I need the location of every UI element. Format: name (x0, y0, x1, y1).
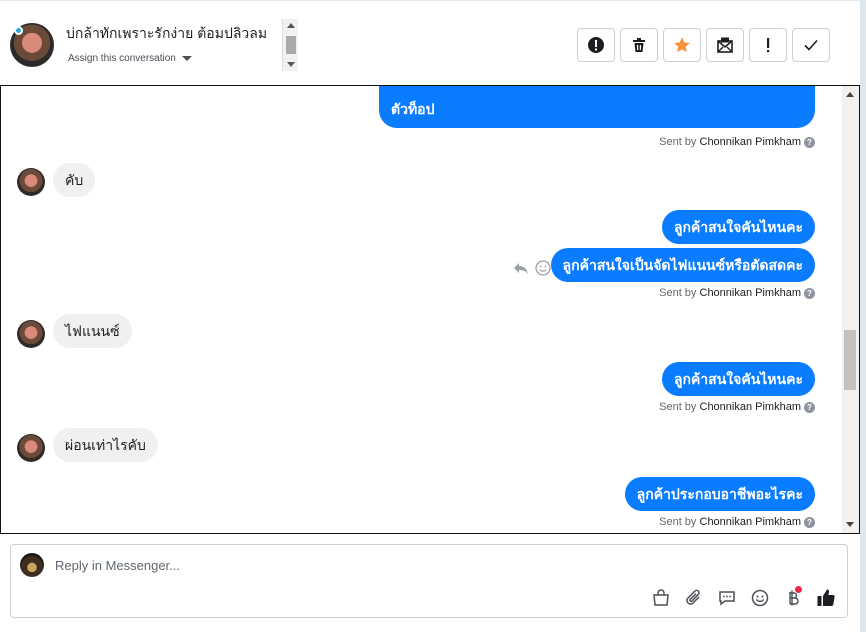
conversation-header: บ่กล้าทักเพราะรักง่าย ต้อมปลิวลม Assign … (0, 0, 860, 84)
star-button[interactable] (663, 28, 701, 62)
chat-bubble-icon (719, 591, 735, 606)
reply-input[interactable]: Reply in Messenger... (55, 558, 180, 573)
contact-avatar-small[interactable] (17, 434, 45, 462)
contact-avatar-small[interactable] (17, 320, 45, 348)
page-avatar (20, 553, 44, 577)
header-actions (577, 28, 830, 62)
exclamation-icon (767, 38, 770, 53)
sent-by-label: Sent by Chonnikan Pimkham? (659, 516, 815, 528)
sent-by-prefix: Sent by (659, 136, 697, 148)
envelope-icon (717, 37, 733, 53)
follow-up-button[interactable] (749, 28, 787, 62)
caret-down-icon (181, 55, 192, 61)
agent-name: Chonnikan Pimkham (699, 401, 802, 413)
scroll-thumb[interactable] (844, 330, 856, 390)
agent-name: Chonnikan Pimkham (699, 287, 802, 299)
message-bubble-outgoing[interactable]: ลูกค้าประกอบอาชีพอะไรคะ (624, 477, 815, 511)
mark-unread-button[interactable] (706, 28, 744, 62)
scroll-down-icon[interactable] (287, 62, 295, 67)
scroll-up-icon[interactable] (287, 23, 295, 28)
shop-button[interactable] (650, 587, 672, 609)
contact-name[interactable]: บ่กล้าทักเพราะรักง่าย ต้อมปลิวลม (66, 23, 267, 45)
agent-name: Chonnikan Pimkham (699, 516, 802, 528)
scroll-thumb[interactable] (286, 36, 296, 54)
message-bubble-outgoing[interactable]: ลูกค้าสนใจคันไหนคะ (661, 210, 815, 244)
trash-icon (633, 38, 645, 52)
help-icon[interactable]: ? (804, 517, 815, 528)
message-hover-tools (513, 260, 551, 276)
sent-by-label: Sent by Chonnikan Pimkham? (659, 287, 815, 299)
message-bubble-incoming[interactable]: ผ่อนเท่าไรคับ (53, 428, 158, 462)
payment-button[interactable] (782, 586, 804, 609)
help-icon[interactable]: ? (804, 137, 815, 148)
sent-by-prefix: Sent by (659, 287, 697, 299)
scroll-down-icon[interactable] (846, 522, 854, 527)
sent-by-label: Sent by Chonnikan Pimkham? (659, 401, 815, 413)
paperclip-icon (686, 589, 700, 605)
reply-box[interactable]: Reply in Messenger... (10, 544, 848, 618)
message-bubble-outgoing[interactable]: ลูกค้าสนใจเป็นจัดไฟแนนซ์หรือตัดสดคะ (550, 248, 815, 282)
name-scrollbar[interactable] (282, 19, 298, 71)
shopping-bag-icon (653, 589, 669, 606)
message-bubble-outgoing[interactable]: ตัวท็อป (379, 86, 815, 128)
delete-button[interactable] (620, 28, 658, 62)
emoji-react-icon[interactable] (535, 260, 551, 276)
notification-dot (795, 586, 802, 593)
contact-info: บ่กล้าทักเพราะรักง่าย ต้อมปลิวลม Assign … (60, 19, 300, 71)
sent-by-prefix: Sent by (659, 401, 697, 413)
exclamation-circle-icon (588, 37, 604, 53)
messenger-badge-icon (14, 26, 23, 35)
reply-icon[interactable] (513, 260, 529, 276)
message-bubble-incoming[interactable]: คับ (53, 163, 96, 197)
thread-scrollbar[interactable] (842, 86, 859, 533)
conversation-panel: บ่กล้าทักเพราะรักง่าย ต้อมปลิวลม Assign … (0, 0, 860, 632)
message-bubble-incoming[interactable]: ไฟแนนซ์ (53, 314, 132, 348)
check-icon (804, 39, 818, 51)
spam-button[interactable] (577, 28, 615, 62)
help-icon[interactable]: ? (804, 402, 815, 413)
thumbs-up-icon (817, 589, 835, 607)
smiley-icon (751, 589, 769, 607)
message-bubble-outgoing[interactable]: ลูกค้าสนใจคันไหนคะ (661, 362, 815, 396)
emoji-button[interactable] (749, 587, 771, 609)
help-icon[interactable]: ? (804, 288, 815, 299)
saved-replies-button[interactable] (716, 587, 738, 609)
star-icon (674, 37, 690, 53)
contact-avatar-small[interactable] (17, 168, 45, 196)
sent-by-prefix: Sent by (659, 516, 697, 528)
sent-by-label: Sent by Chonnikan Pimkham? (659, 136, 815, 148)
assign-label: Assign this conversation (68, 53, 176, 64)
message-thread[interactable]: ตัวท็อป Sent by Chonnikan Pimkham? คับ ล… (0, 85, 860, 534)
mark-done-button[interactable] (792, 28, 830, 62)
scroll-up-icon[interactable] (846, 92, 854, 97)
assign-conversation-dropdown[interactable]: Assign this conversation (68, 53, 192, 64)
reply-toolbar (650, 586, 837, 609)
like-button[interactable] (815, 587, 837, 609)
attach-button[interactable] (683, 587, 705, 609)
agent-name: Chonnikan Pimkham (699, 136, 802, 148)
window-edge (860, 0, 866, 632)
contact-avatar[interactable] (10, 23, 54, 67)
